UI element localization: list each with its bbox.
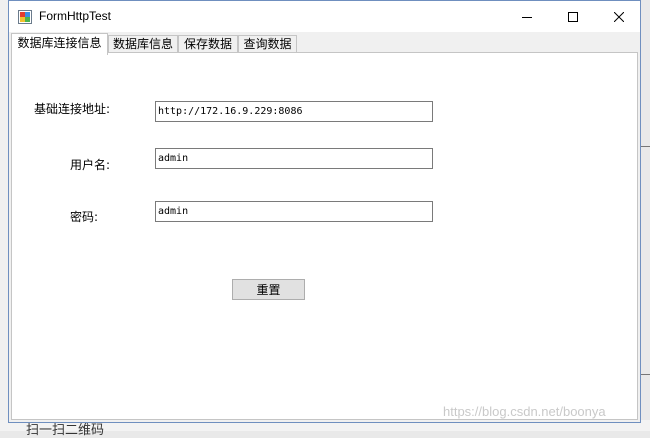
tab-save-data[interactable]: 保存数据: [178, 35, 238, 53]
close-button[interactable]: [596, 1, 642, 32]
watermark: https://blog.csdn.net/boonya: [443, 404, 606, 419]
base-url-label: 基础连接地址:: [34, 102, 111, 116]
tab-page-db-connection: 基础连接地址: 用户名: 密码: 重置: [11, 52, 638, 420]
title-bar[interactable]: FormHttpTest: [9, 1, 640, 32]
tab-db-info[interactable]: 数据库信息: [108, 35, 178, 53]
username-label: 用户名:: [70, 158, 111, 172]
app-icon: [18, 9, 32, 24]
tab-db-connection[interactable]: 数据库连接信息: [11, 33, 108, 55]
window-title: FormHttpTest: [39, 9, 112, 23]
password-label: 密码:: [70, 210, 99, 224]
reset-button[interactable]: 重置: [232, 279, 305, 300]
form-client-area: 数据库连接信息 数据库信息 保存数据 查询数据 基础连接地址: 用户名: 密码:…: [9, 32, 640, 422]
background-divider: [641, 374, 650, 375]
minimize-icon: [522, 16, 532, 18]
app-window: FormHttpTest 数据库连接信息 数据库信息 保存数据 查询数据 基础连…: [8, 0, 641, 423]
tab-query-data[interactable]: 查询数据: [238, 35, 297, 53]
base-url-field[interactable]: [155, 101, 433, 122]
minimize-button[interactable]: [504, 1, 550, 32]
password-field[interactable]: [155, 201, 433, 222]
username-field[interactable]: [155, 148, 433, 169]
maximize-button[interactable]: [550, 1, 596, 32]
close-icon: [614, 11, 624, 22]
background-divider: [641, 146, 650, 147]
maximize-icon: [568, 11, 578, 22]
